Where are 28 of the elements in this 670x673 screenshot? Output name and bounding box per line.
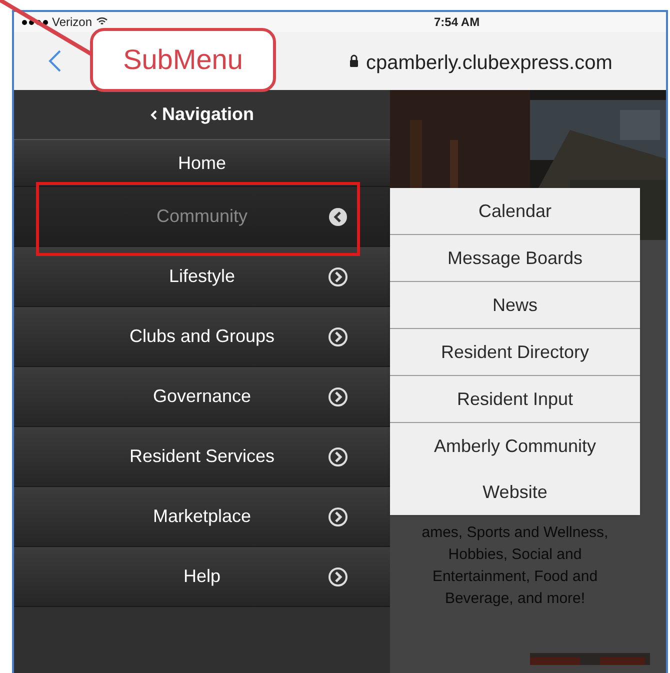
description-text: ames, Sports and Wellness,	[422, 523, 608, 543]
submenu-item[interactable]: Amberly Community Website	[390, 423, 640, 515]
description-text: Entertainment, Food and	[432, 567, 598, 587]
status-time: 7:54 AM	[434, 14, 480, 31]
carrier-name: Verizon	[52, 14, 92, 31]
navigation-item[interactable]: Marketplace	[14, 487, 390, 547]
description-text: Beverage, and more!	[444, 589, 586, 609]
navigation-back-link[interactable]: Navigation	[150, 101, 254, 128]
navigation-item[interactable]: Resident Services	[14, 427, 390, 487]
navigation-item[interactable]: Governance	[14, 367, 390, 427]
address-url[interactable]: cpamberly.clubexpress.com	[366, 48, 612, 78]
navigation-item[interactable]: Community	[14, 187, 390, 247]
navigation-item[interactable]: Clubs and Groups	[14, 307, 390, 367]
submenu-item[interactable]: News	[390, 282, 640, 329]
submenu-item[interactable]: Message Boards	[390, 235, 640, 282]
back-chevron-icon	[150, 109, 158, 122]
signal-icon	[22, 20, 48, 24]
lock-icon	[349, 54, 359, 67]
submenu-item[interactable]: Calendar	[390, 188, 640, 235]
back-icon[interactable]	[48, 49, 62, 73]
wifi-icon	[96, 17, 108, 27]
navigation-item[interactable]: Lifestyle	[14, 247, 390, 307]
submenu-item[interactable]: Resident Input	[390, 376, 640, 423]
callout-label: SubMenu	[90, 28, 276, 92]
navigation-item[interactable]: Home	[14, 140, 390, 187]
description-text: Hobbies, Social and	[448, 545, 582, 565]
navigation-item[interactable]: Help	[14, 547, 390, 607]
submenu-item[interactable]: Resident Directory	[390, 329, 640, 376]
